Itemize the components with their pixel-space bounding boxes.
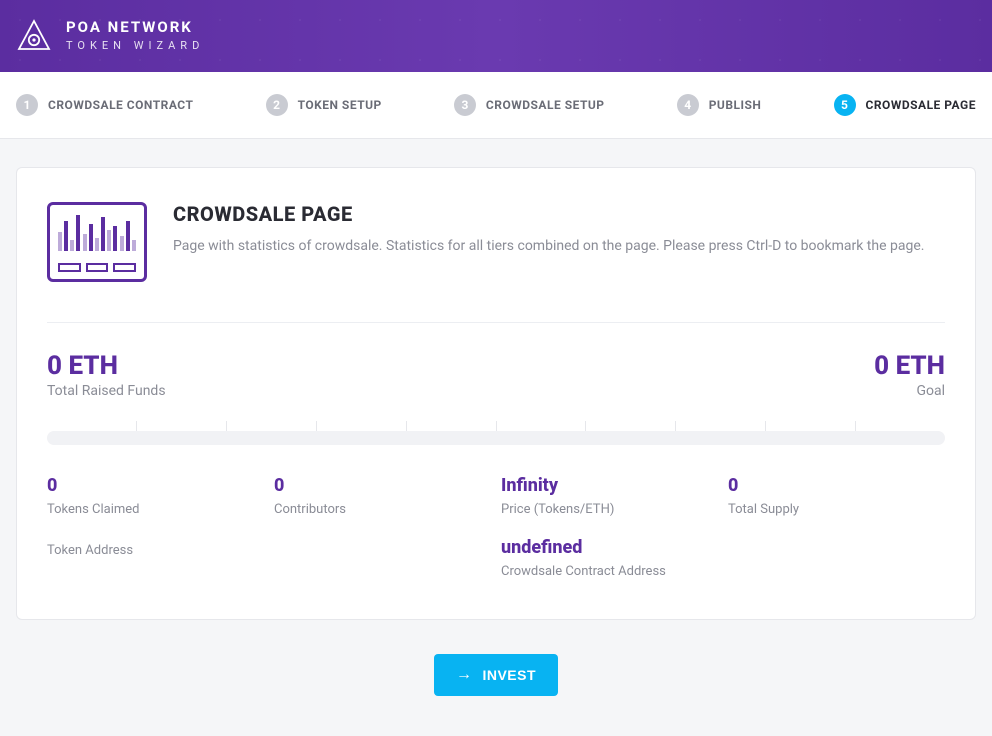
stat-label: Token Address xyxy=(47,543,264,558)
stat-label: Tokens Claimed xyxy=(47,502,264,517)
stat-price: Infinity Price (Tokens/ETH) xyxy=(501,475,718,517)
step-crowdsale-contract[interactable]: 1 CROWDSALE CONTRACT xyxy=(16,94,193,116)
stat-value: 0 xyxy=(47,475,264,496)
invest-button[interactable]: → INVEST xyxy=(434,654,558,696)
step-number-icon: 3 xyxy=(454,94,476,116)
stat-label: Total Supply xyxy=(728,502,945,517)
wizard-steps-bar: 1 CROWDSALE CONTRACT 2 TOKEN SETUP 3 CRO… xyxy=(0,72,992,139)
step-label: CROWDSALE PAGE xyxy=(866,98,976,112)
page-title: CROWDSALE PAGE xyxy=(173,202,924,226)
spacer xyxy=(274,537,491,579)
goal-value: 0 ETH xyxy=(874,351,945,381)
goal-label: Goal xyxy=(874,383,945,399)
step-token-setup[interactable]: 2 TOKEN SETUP xyxy=(266,94,382,116)
stat-label: Price (Tokens/ETH) xyxy=(501,502,718,517)
step-label: TOKEN SETUP xyxy=(298,98,382,112)
step-crowdsale-page[interactable]: 5 CROWDSALE PAGE xyxy=(834,94,976,116)
step-number-icon: 4 xyxy=(677,94,699,116)
crowdsale-card: CROWDSALE PAGE Page with statistics of c… xyxy=(16,167,976,620)
stat-value: undefined xyxy=(501,537,718,558)
statistics-chart-icon xyxy=(47,202,147,282)
stat-crowdsale-address: undefined Crowdsale Contract Address xyxy=(501,537,718,579)
brand-title: POA NETWORK xyxy=(66,20,204,36)
brand-logo[interactable]: POA NETWORK TOKEN WIZARD xyxy=(16,18,204,54)
stat-total-supply: 0 Total Supply xyxy=(728,475,945,517)
poa-logo-icon xyxy=(16,18,52,54)
stat-tokens-claimed: 0 Tokens Claimed xyxy=(47,475,264,517)
invest-button-label: INVEST xyxy=(482,667,536,683)
stat-value: 0 xyxy=(728,475,945,496)
step-number-icon: 5 xyxy=(834,94,856,116)
stat-label: Contributors xyxy=(274,502,491,517)
step-label: PUBLISH xyxy=(709,98,762,112)
divider xyxy=(47,322,945,323)
stat-contributors: 0 Contributors xyxy=(274,475,491,517)
total-raised-label: Total Raised Funds xyxy=(47,383,166,399)
step-number-icon: 2 xyxy=(266,94,288,116)
step-publish[interactable]: 4 PUBLISH xyxy=(677,94,762,116)
brand-subtitle: TOKEN WIZARD xyxy=(66,40,204,52)
spacer xyxy=(728,537,945,579)
step-label: CROWDSALE SETUP xyxy=(486,98,605,112)
step-crowdsale-setup[interactable]: 3 CROWDSALE SETUP xyxy=(454,94,605,116)
progress-bar xyxy=(47,421,945,445)
step-label: CROWDSALE CONTRACT xyxy=(48,98,193,112)
app-header: POA NETWORK TOKEN WIZARD xyxy=(0,0,992,72)
arrow-right-icon: → xyxy=(456,666,473,684)
stat-token-address: Token Address xyxy=(47,537,264,579)
stat-value: Infinity xyxy=(501,475,718,496)
page-description: Page with statistics of crowdsale. Stati… xyxy=(173,236,924,257)
stat-label: Crowdsale Contract Address xyxy=(501,564,718,579)
step-number-icon: 1 xyxy=(16,94,38,116)
stat-value: 0 xyxy=(274,475,491,496)
total-raised-value: 0 ETH xyxy=(47,351,166,381)
